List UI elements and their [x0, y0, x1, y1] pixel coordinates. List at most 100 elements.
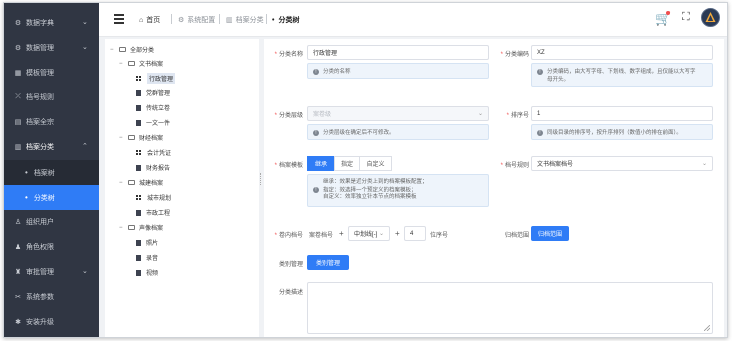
sidebar-item-archive-category[interactable]: ▥ 档案分类 ⌃	[4, 135, 99, 159]
tree-node[interactable]: − 财经档案	[119, 133, 163, 143]
pane-splitter[interactable]	[259, 39, 263, 337]
sidebar-item-label: 档号规则	[26, 94, 54, 101]
sidebar-subitem-label: 档案树	[33, 169, 55, 177]
info-icon: !	[313, 186, 319, 193]
sidebar-subitem-category-tree[interactable]: • 分类树	[4, 185, 99, 210]
template-hint: 继承：效果是近分类上到的档案模板配置；! 指定：效选择一个预定义的档案模板； 自定义…	[307, 174, 489, 207]
notification-badge	[666, 11, 670, 15]
collapse-icon[interactable]: −	[119, 135, 125, 141]
tree-node-label: 会计凭证	[147, 151, 172, 157]
avatar[interactable]	[701, 8, 720, 27]
tree-node[interactable]: − 声像档案	[119, 223, 164, 233]
order-input[interactable]: 1	[531, 106, 713, 121]
tree-node[interactable]: − 全部分类	[110, 45, 154, 55]
menu-toggle-icon[interactable]	[114, 14, 124, 26]
info-icon: !	[313, 129, 319, 136]
rule-icon: ⤫	[15, 93, 21, 100]
tree-node[interactable]: 照片	[136, 238, 158, 247]
tree-node[interactable]: 视频	[136, 268, 158, 277]
description-textarea[interactable]	[307, 282, 713, 334]
file-icon	[136, 254, 141, 261]
sidebar-item-install-upgrade[interactable]: ✱ 安装升级	[4, 310, 99, 334]
name-input[interactable]: 行政管理	[307, 45, 489, 60]
gear-icon: ⚙	[14, 45, 22, 52]
bullet-icon: •	[25, 168, 28, 177]
tree-node-label: 声像档案	[139, 226, 164, 232]
archive-range-button[interactable]: 归档范围	[531, 226, 569, 241]
code-input[interactable]: XZ	[531, 45, 713, 60]
tree-node-label: 传统立卷	[146, 106, 171, 112]
resize-handle-icon[interactable]	[704, 325, 710, 331]
fullscreen-icon[interactable]: ⛶	[682, 11, 690, 24]
breadcrumb-archive-category[interactable]: ▥ 档案分类	[226, 15, 264, 25]
code-hint: ! 分类编码，由大写字母、下划线、数字组成，且仅能以大写字 母开头。	[531, 63, 713, 87]
sidebar-item-system-params[interactable]: ✂ 系统参数	[4, 285, 99, 309]
archive-range-label: 归档范围	[504, 233, 529, 239]
sidebar-item-archive-fonds[interactable]: ▤ 档案全宗	[4, 110, 99, 134]
folder-icon	[128, 180, 135, 185]
sidebar-item-data-dictionary[interactable]: ⚙ 数据字典 ⌄	[4, 11, 99, 35]
template-option-custom[interactable]: 自定义	[359, 156, 392, 171]
tree-node[interactable]: 会计凭证	[136, 148, 171, 157]
sidebar-subitem-archive-tree[interactable]: • 档案树	[4, 160, 99, 185]
folder-icon	[128, 135, 135, 140]
tree-node-label: 市政工程	[146, 211, 171, 217]
tree-node-label: 照片	[146, 241, 159, 247]
volume-suffix: 位序号	[430, 233, 449, 239]
sidebar-item-template-management[interactable]: ▦ 模板管理	[4, 61, 99, 85]
info-icon: !	[537, 68, 543, 75]
tree-node[interactable]: 城市规划	[136, 193, 171, 202]
template-option-specify[interactable]: 指定	[334, 156, 360, 171]
category-form: * 分类名称 行政管理 ! 分类的名称 * 分类编码 XZ ! 分类编码，由大写字母、下…	[264, 39, 724, 337]
sidebar-item-archive-number-rules[interactable]: ⤫ 档号规则	[4, 85, 99, 109]
chevron-down-icon: ⌄	[82, 19, 88, 26]
tree-node[interactable]: − 文书档案	[119, 59, 164, 69]
template-label: * 档案模板	[274, 163, 303, 169]
digits-input[interactable]: 4	[404, 226, 426, 241]
sidebar-item-label: 模板管理	[26, 70, 54, 77]
role-icon: ♟	[14, 244, 22, 251]
sidebar-item-data-management[interactable]: ⚙ 数据管理 ⌄	[4, 36, 99, 60]
separator-select[interactable]: 中划线[-] ⌄	[348, 226, 390, 241]
breadcrumb-current: • 分类树	[272, 15, 299, 25]
collapse-icon[interactable]: −	[110, 47, 116, 53]
volume-prefix: 案卷档号	[309, 233, 334, 239]
tree-node-label: 党群管理	[146, 91, 171, 97]
file-icon	[136, 269, 141, 276]
collapse-icon[interactable]: −	[119, 225, 125, 231]
collapse-icon[interactable]: −	[119, 180, 125, 186]
rule-select[interactable]: 文书档案档号 ⌄	[531, 156, 713, 171]
tree-node[interactable]: 录音	[136, 253, 158, 262]
file-icon	[136, 209, 141, 216]
tree-node[interactable]: 一文一件	[136, 118, 170, 127]
volume-number-label: * 卷内档号	[274, 233, 303, 239]
sidebar-item-label: 系统参数	[26, 294, 54, 301]
breadcrumb-label: 分类树	[278, 17, 300, 24]
logo-icon	[705, 12, 716, 22]
category-mgmt-button[interactable]: 类别管理	[307, 255, 349, 270]
grid-icon	[136, 75, 142, 82]
sidebar-item-organization-users[interactable]: ♙ 组织用户	[4, 210, 99, 234]
tree-node-label: 文书档案	[139, 62, 164, 68]
tree-node-selected[interactable]: 行政管理	[136, 73, 176, 84]
tree-node[interactable]: 财务报告	[136, 163, 170, 172]
tree-node[interactable]: − 城建档案	[119, 178, 163, 188]
drag-handle-icon[interactable]	[260, 173, 262, 185]
sidebar-item-approval-management[interactable]: ♜ 审批管理 ⌄	[4, 260, 99, 284]
collapse-icon[interactable]: −	[119, 61, 125, 67]
breadcrumb-home[interactable]: ⌂ 首页	[139, 15, 160, 25]
file-icon	[136, 89, 141, 96]
sidebar-item-label: 审批管理	[26, 269, 54, 276]
tree-node-label: 视频	[146, 271, 159, 277]
divider	[171, 14, 172, 24]
template-option-inherit[interactable]: 继承	[307, 156, 335, 171]
plus-icon: +	[339, 229, 344, 238]
tree-node[interactable]: 市政工程	[136, 208, 170, 217]
tree-node[interactable]: 传统立卷	[136, 103, 170, 112]
tree-node-label: 录音	[146, 256, 159, 262]
breadcrumb-system-config[interactable]: ⚙ 系统配置	[178, 15, 215, 25]
tree-node[interactable]: 党群管理	[136, 88, 170, 97]
level-select[interactable]: 案卷级 ⌄	[307, 106, 489, 121]
sidebar-item-role-permissions[interactable]: ♟ 角色权限	[4, 235, 99, 259]
plus-icon: +	[395, 229, 400, 238]
